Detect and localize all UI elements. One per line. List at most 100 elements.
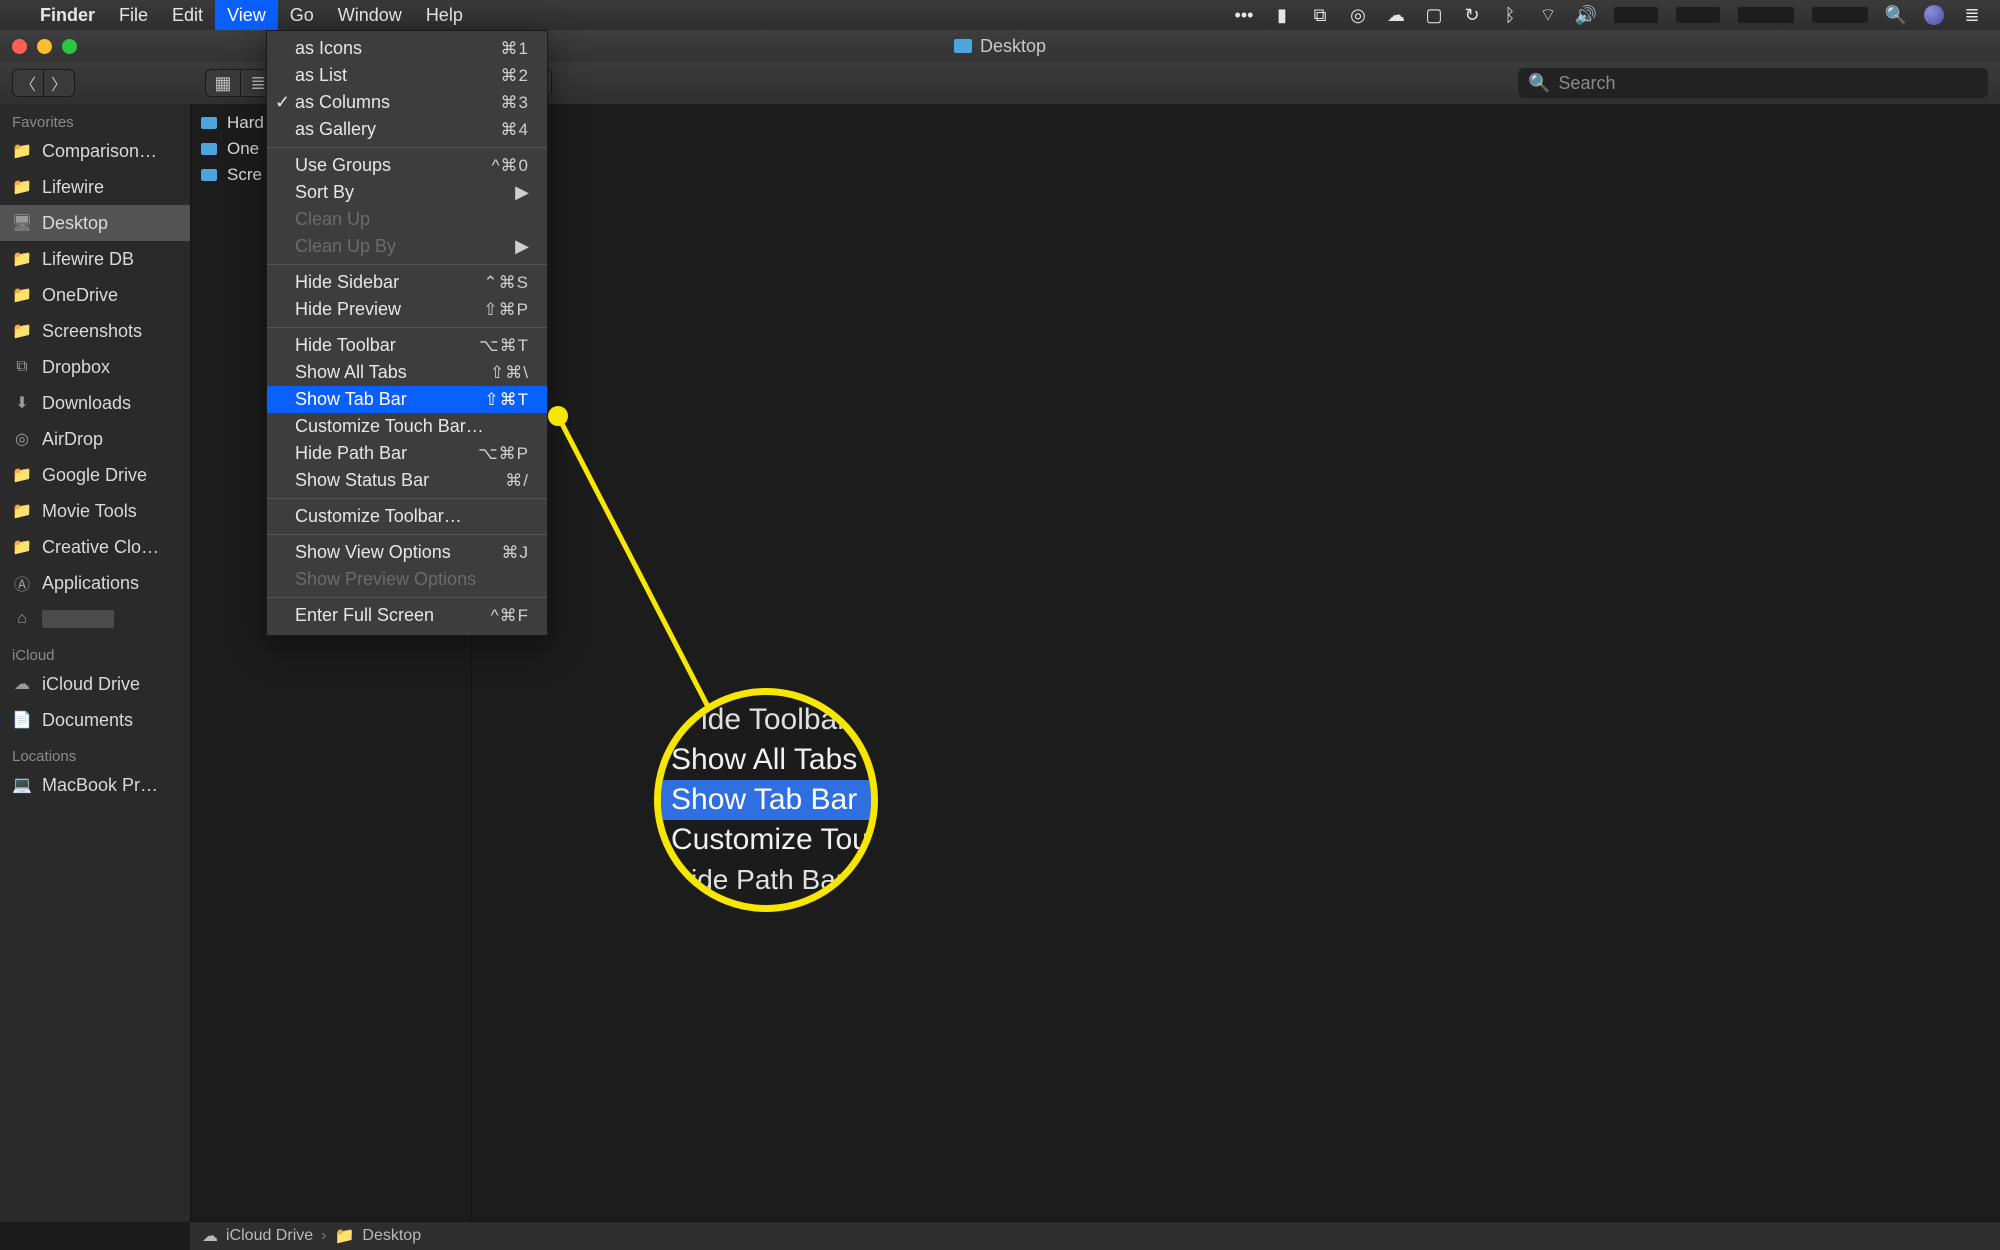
folder-icon: 📁 <box>12 323 32 339</box>
sidebar-item-label: Lifewire <box>42 177 104 198</box>
sidebar-item[interactable]: 📁 Lifewire <box>0 169 190 205</box>
menu-shortcut: ⌥⌘T <box>479 336 529 356</box>
sidebar-item-label: Lifewire DB <box>42 249 134 270</box>
path-segment[interactable]: iCloud Drive <box>226 1227 313 1245</box>
menu-item[interactable]: Customize Toolbar… <box>267 503 547 530</box>
search-icon: 🔍 <box>1528 73 1550 94</box>
view-icons-button[interactable]: ▦ <box>206 70 240 96</box>
close-button[interactable] <box>12 39 27 54</box>
forward-button[interactable]: 〉 <box>43 70 74 96</box>
menu-item[interactable]: Hide Preview⇧⌘P <box>267 296 547 323</box>
menuextra-cc-icon[interactable]: ◎ <box>1348 5 1368 25</box>
sidebar-item[interactable]: 📁 Comparison… <box>0 133 190 169</box>
sidebar-item-label: Screenshots <box>42 321 142 342</box>
sidebar-item[interactable]: ⌂ <box>0 601 190 637</box>
path-segment[interactable]: Desktop <box>362 1227 421 1245</box>
folder-icon: 📁 <box>12 143 32 159</box>
menubar-view[interactable]: View <box>215 0 278 30</box>
sidebar-item[interactable]: 📁Movie Tools <box>0 493 190 529</box>
sidebar-item[interactable]: 🖥Desktop <box>0 205 190 241</box>
path-separator: › <box>321 1227 326 1245</box>
menu-item[interactable]: Customize Touch Bar… <box>267 413 547 440</box>
sidebar-item[interactable]: ◎AirDrop <box>0 421 190 457</box>
menubar-go[interactable]: Go <box>278 0 326 30</box>
sidebar-item[interactable]: 📁Creative Clo… <box>0 529 190 565</box>
menuextra-more-icon[interactable]: ••• <box>1234 5 1254 25</box>
sidebar-item[interactable]: 📁 Screenshots <box>0 313 190 349</box>
menu-item[interactable]: Sort By▶ <box>267 179 547 206</box>
sidebar-item[interactable]: 📁OneDrive <box>0 277 190 313</box>
minimize-button[interactable] <box>37 39 52 54</box>
menu-separator <box>267 147 547 148</box>
menuextra-wifi-icon[interactable]: ⌔ <box>1538 5 1558 25</box>
menu-item-label: Show Status Bar <box>295 470 429 491</box>
search-placeholder: Search <box>1558 73 1615 94</box>
menu-separator <box>267 597 547 598</box>
menu-shortcut: ⇧⌘T <box>484 390 529 410</box>
zoom-button[interactable] <box>62 39 77 54</box>
menu-item-label: Show All Tabs <box>295 362 407 383</box>
menu-item-label: as Icons <box>295 38 362 59</box>
path-bar[interactable]: ☁iCloud Drive›📁Desktop <box>190 1221 2000 1250</box>
sidebar-item[interactable]: ⬇Downloads <box>0 385 190 421</box>
downloads-icon: ⬇ <box>12 395 32 411</box>
menubar-app[interactable]: Finder <box>28 0 107 30</box>
menu-item[interactable]: ✓as Columns⌘3 <box>267 89 547 116</box>
menu-item[interactable]: as Gallery⌘4 <box>267 116 547 143</box>
menu-separator <box>267 498 547 499</box>
callout-dot <box>548 406 568 426</box>
submenu-arrow-icon: ▶ <box>515 182 529 203</box>
menuextra-battery-icon[interactable]: ▮ <box>1272 5 1292 25</box>
dropbox-icon: ⧉ <box>12 359 32 375</box>
menu-item[interactable]: Use Groups^⌘0 <box>267 152 547 179</box>
menu-item[interactable]: Show Tab Bar⇧⌘T <box>267 386 547 413</box>
menu-separator <box>267 264 547 265</box>
folder-icon: 📁 <box>12 179 32 195</box>
menuextra-dropbox-icon[interactable]: ⧉ <box>1310 5 1330 25</box>
sidebar-item[interactable]: 📁Lifewire DB <box>0 241 190 277</box>
menubar-help[interactable]: Help <box>414 0 475 30</box>
menu-item-label: as Gallery <box>295 119 376 140</box>
menu-item[interactable]: Show Status Bar⌘/ <box>267 467 547 494</box>
menuextra-timemachine-icon[interactable]: ↻ <box>1462 5 1482 25</box>
laptop-icon: 💻 <box>12 777 32 793</box>
menu-item[interactable]: Show View Options⌘J <box>267 539 547 566</box>
menu-item[interactable]: Hide Path Bar⌥⌘P <box>267 440 547 467</box>
search-field[interactable]: 🔍 Search <box>1518 68 1988 98</box>
redacted-label <box>42 610 114 628</box>
sidebar-item-label: Comparison… <box>42 141 157 162</box>
menu-shortcut: ⇧⌘P <box>483 300 529 320</box>
nav-buttons: 〈 〉 <box>12 69 75 97</box>
menubar-edit[interactable]: Edit <box>160 0 215 30</box>
back-button[interactable]: 〈 <box>13 70 43 96</box>
sidebar-item[interactable]: 📁Google Drive <box>0 457 190 493</box>
menubar-file[interactable]: File <box>107 0 160 30</box>
submenu-arrow-icon: ▶ <box>515 236 529 257</box>
menu-item[interactable]: Enter Full Screen^⌘F <box>267 602 547 629</box>
menu-item-label: Use Groups <box>295 155 391 176</box>
siri-icon[interactable] <box>1924 5 1944 25</box>
sidebar-item[interactable]: ⒶApplications <box>0 565 190 601</box>
menu-item[interactable]: Hide Sidebar⌃⌘S <box>267 269 547 296</box>
sidebar-item[interactable]: 📄Documents <box>0 702 190 738</box>
folder-icon: 📁 <box>12 467 32 483</box>
menuextra-volume-icon[interactable]: 🔊 <box>1576 5 1596 25</box>
sidebar-item[interactable]: 💻MacBook Pr… <box>0 767 190 803</box>
notifications-icon[interactable]: ≣ <box>1962 5 1982 25</box>
menu-separator <box>267 534 547 535</box>
menuextra-cloud-icon[interactable]: ☁ <box>1386 5 1406 25</box>
menu-item[interactable]: Hide Toolbar⌥⌘T <box>267 332 547 359</box>
menubar-window[interactable]: Window <box>326 0 414 30</box>
checkmark-icon: ✓ <box>275 92 290 113</box>
sidebar-item-label: Applications <box>42 573 139 594</box>
menuextra-airplay-icon[interactable]: ▢ <box>1424 5 1444 25</box>
spotlight-icon[interactable]: 🔍 <box>1886 5 1906 25</box>
sidebar-item[interactable]: ⧉Dropbox <box>0 349 190 385</box>
menuextra-bluetooth-icon[interactable]: ᛒ <box>1500 5 1520 25</box>
folder-label: One <box>227 139 259 159</box>
menu-item[interactable]: as List⌘2 <box>267 62 547 89</box>
home-icon: ⌂ <box>12 611 32 627</box>
menu-item[interactable]: Show All Tabs⇧⌘\ <box>267 359 547 386</box>
menu-item[interactable]: as Icons⌘1 <box>267 35 547 62</box>
sidebar-item[interactable]: ☁iCloud Drive <box>0 666 190 702</box>
